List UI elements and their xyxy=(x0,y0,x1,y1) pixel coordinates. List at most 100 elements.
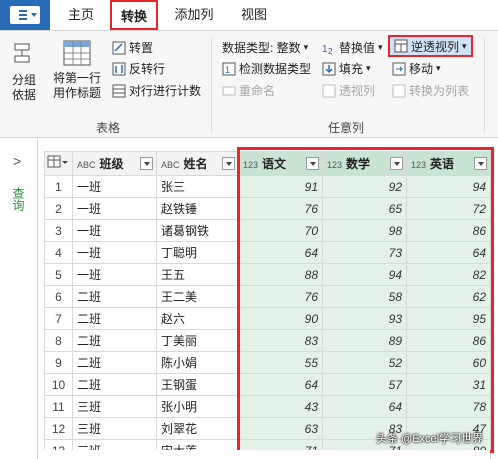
row-index[interactable]: 3 xyxy=(44,219,73,242)
cell-chinese[interactable]: 83 xyxy=(238,329,323,352)
cell-english[interactable]: 82 xyxy=(406,263,491,286)
expand-queries-icon[interactable]: > xyxy=(13,153,21,169)
replace-values-button[interactable]: 12 替换值 ▾ xyxy=(322,39,383,56)
group-by-button[interactable]: 分组 依据 xyxy=(4,41,44,103)
column-header-class[interactable]: ABC 班级 xyxy=(72,151,157,176)
queries-pane-label[interactable]: 查询 xyxy=(10,187,27,211)
cell-name[interactable]: 陈小娟 xyxy=(156,351,239,374)
cell-math[interactable]: 52 xyxy=(322,351,407,374)
row-index[interactable]: 10 xyxy=(44,373,73,396)
convert-to-list-button[interactable]: 转换为列表 xyxy=(392,82,469,99)
transpose-button[interactable]: 转置 xyxy=(112,39,153,56)
cell-name[interactable]: 诸葛钢铁 xyxy=(156,219,239,242)
cell-name[interactable]: 丁美丽 xyxy=(156,329,239,352)
cell-name[interactable]: 赵六 xyxy=(156,307,239,330)
tab-transform[interactable]: 转换 xyxy=(110,0,158,30)
cell-math[interactable]: 58 xyxy=(322,285,407,308)
cell-class[interactable]: 一班 xyxy=(72,263,157,286)
pivot-column-button[interactable]: 透视列 xyxy=(322,82,375,99)
cell-chinese[interactable]: 70 xyxy=(238,219,323,242)
table-row[interactable]: 1 一班 张三 91 92 94 xyxy=(44,175,491,198)
table-row[interactable]: 11 三班 张小明 43 64 78 xyxy=(44,395,491,418)
cell-class[interactable]: 一班 xyxy=(72,241,157,264)
cell-class[interactable]: 二班 xyxy=(72,329,157,352)
cell-name[interactable]: 王二美 xyxy=(156,285,239,308)
detect-data-type-button[interactable]: 1 检测数据类型 xyxy=(222,60,311,77)
column-header-english[interactable]: 123 英语 xyxy=(406,151,491,176)
tab-add-column[interactable]: 添加列 xyxy=(164,0,224,30)
cell-english[interactable]: 64 xyxy=(406,241,491,264)
cell-math[interactable]: 57 xyxy=(322,373,407,396)
file-menu-button[interactable] xyxy=(0,0,50,30)
cell-class[interactable]: 二班 xyxy=(72,285,157,308)
column-header-math[interactable]: 123 数学 xyxy=(322,151,407,176)
cell-math[interactable]: 65 xyxy=(322,197,407,220)
cell-english[interactable]: 62 xyxy=(406,285,491,308)
table-row[interactable]: 4 一班 丁聪明 64 73 64 xyxy=(44,241,491,264)
cell-chinese[interactable]: 55 xyxy=(238,351,323,374)
filter-dropdown-icon[interactable] xyxy=(222,157,235,170)
cell-math[interactable]: 89 xyxy=(322,329,407,352)
move-button[interactable]: 移动 ▾ xyxy=(392,60,441,77)
cell-name[interactable]: 赵铁锤 xyxy=(156,197,239,220)
row-index[interactable]: 11 xyxy=(44,395,73,418)
cell-class[interactable]: 一班 xyxy=(72,219,157,242)
unpivot-columns-button[interactable]: 逆透视列 ▾ xyxy=(388,35,473,57)
table-row[interactable]: 7 二班 赵六 90 93 95 xyxy=(44,307,491,330)
count-rows-button[interactable]: 对行进行计数 xyxy=(112,82,201,99)
row-index[interactable]: 4 xyxy=(44,241,73,264)
table-row[interactable]: 5 一班 王五 88 94 82 xyxy=(44,263,491,286)
cell-class[interactable]: 二班 xyxy=(72,351,157,374)
column-header-name[interactable]: ABC 姓名 xyxy=(156,151,239,176)
cell-math[interactable]: 92 xyxy=(322,175,407,198)
table-row[interactable]: 8 二班 丁美丽 83 89 86 xyxy=(44,329,491,352)
row-index[interactable]: 7 xyxy=(44,307,73,330)
cell-math[interactable]: 94 xyxy=(322,263,407,286)
cell-name[interactable]: 张三 xyxy=(156,175,239,198)
cell-class[interactable]: 一班 xyxy=(72,175,157,198)
cell-english[interactable]: 94 xyxy=(406,175,491,198)
cell-chinese[interactable]: 76 xyxy=(238,197,323,220)
cell-chinese[interactable]: 64 xyxy=(238,373,323,396)
cell-class[interactable]: 二班 xyxy=(72,373,157,396)
cell-name[interactable]: 丁聪明 xyxy=(156,241,239,264)
cell-math[interactable]: 73 xyxy=(322,241,407,264)
row-index[interactable]: 9 xyxy=(44,351,73,374)
rename-button[interactable]: 重命名 xyxy=(222,82,275,99)
table-row[interactable]: 2 一班 赵铁锤 76 65 72 xyxy=(44,197,491,220)
row-index[interactable]: 2 xyxy=(44,197,73,220)
cell-chinese[interactable]: 63 xyxy=(238,417,323,440)
table-row[interactable]: 3 一班 诸葛钢铁 70 98 86 xyxy=(44,219,491,242)
data-type-dropdown[interactable]: 数据类型: 整数 ▾ xyxy=(222,39,308,56)
cell-chinese[interactable]: 43 xyxy=(238,395,323,418)
cell-class[interactable]: 一班 xyxy=(72,197,157,220)
fill-button[interactable]: 填充 ▾ xyxy=(322,60,371,77)
filter-dropdown-icon[interactable] xyxy=(306,157,319,170)
filter-dropdown-icon[interactable] xyxy=(474,157,487,170)
row-index[interactable]: 8 xyxy=(44,329,73,352)
row-index[interactable]: 6 xyxy=(44,285,73,308)
filter-dropdown-icon[interactable] xyxy=(390,157,403,170)
row-index[interactable]: 5 xyxy=(44,263,73,286)
cell-class[interactable]: 二班 xyxy=(72,307,157,330)
use-first-row-button[interactable]: 将第一行 用作标题 xyxy=(48,39,106,101)
table-row[interactable]: 9 二班 陈小娟 55 52 60 xyxy=(44,351,491,374)
row-index[interactable]: 12 xyxy=(44,417,73,440)
column-header-chinese[interactable]: 123 语文 xyxy=(238,151,323,176)
cell-chinese[interactable]: 91 xyxy=(238,175,323,198)
select-all-corner[interactable] xyxy=(44,151,73,176)
table-row[interactable]: 6 二班 王二美 76 58 62 xyxy=(44,285,491,308)
tab-view[interactable]: 视图 xyxy=(230,0,278,30)
cell-english[interactable]: 31 xyxy=(406,373,491,396)
cell-name[interactable]: 王五 xyxy=(156,263,239,286)
cell-name[interactable]: 张小明 xyxy=(156,395,239,418)
cell-english[interactable]: 78 xyxy=(406,395,491,418)
row-index[interactable]: 1 xyxy=(44,175,73,198)
cell-english[interactable]: 95 xyxy=(406,307,491,330)
filter-dropdown-icon[interactable] xyxy=(140,157,153,170)
cell-class[interactable]: 三班 xyxy=(72,417,157,440)
cell-english[interactable]: 60 xyxy=(406,351,491,374)
cell-class[interactable]: 三班 xyxy=(72,395,157,418)
cell-chinese[interactable]: 76 xyxy=(238,285,323,308)
cell-english[interactable]: 72 xyxy=(406,197,491,220)
